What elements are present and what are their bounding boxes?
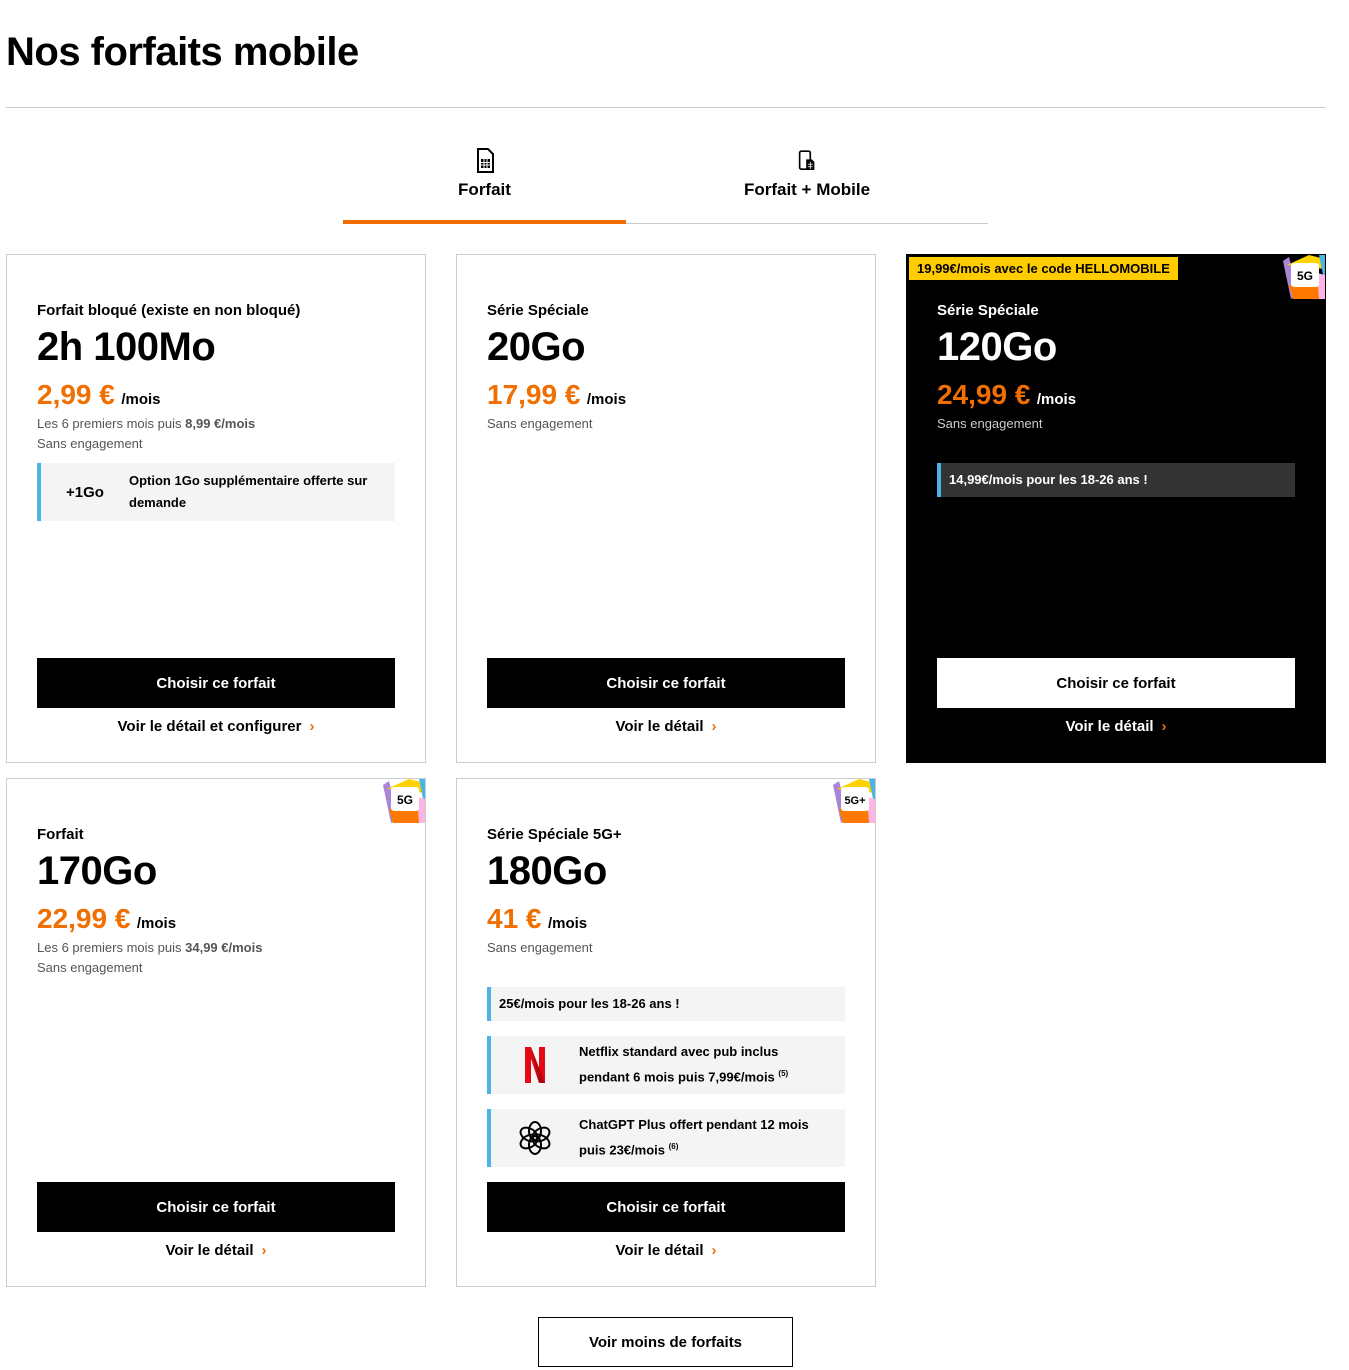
chevron-right-icon: › xyxy=(1161,718,1167,735)
price-period: /mois xyxy=(547,915,588,932)
detail-link[interactable]: Voir le détail › xyxy=(487,718,845,735)
price-subnote: Les 6 premiers mois puis 34,99 €/mois xyxy=(37,940,262,955)
plan-name: 120Go xyxy=(937,325,1057,369)
netflix-promo-text: Netflix standard avec pub inclus pendant… xyxy=(579,1041,809,1088)
title-divider xyxy=(6,107,1326,108)
engagement-text: Sans engagement xyxy=(487,416,593,431)
show-fewer-plans-button[interactable]: Voir moins de forfaits xyxy=(538,1317,793,1367)
tab-forfait-mobile[interactable]: Forfait + Mobile xyxy=(626,140,988,223)
plan-price: 2,99 € xyxy=(37,379,115,410)
plan-name: 20Go xyxy=(487,325,586,369)
detail-configure-link[interactable]: Voir le détail et configurer › xyxy=(37,718,395,735)
price-period: /mois xyxy=(1036,391,1077,408)
subnote-value: 34,99 €/mois xyxy=(185,940,263,955)
chatgpt-promo-text: ChatGPT Plus offert pendant 12 mois puis… xyxy=(579,1114,819,1161)
choose-plan-button[interactable]: Choisir ce forfait xyxy=(487,1182,845,1232)
detail-link-label: Voir le détail xyxy=(615,1242,704,1259)
plan-category: Série Spéciale xyxy=(937,302,1039,319)
price-line: 2,99 € /mois xyxy=(37,379,161,411)
choose-plan-button[interactable]: Choisir ce forfait xyxy=(937,658,1295,708)
price-line: 41 € /mois xyxy=(487,903,587,935)
price-period: /mois xyxy=(586,391,627,408)
tab-forfait[interactable]: Forfait xyxy=(343,140,626,224)
detail-link-label: Voir le détail xyxy=(1065,718,1154,735)
chevron-right-icon: › xyxy=(711,718,717,735)
badge-label: 5G xyxy=(1297,269,1313,283)
chatgpt-promo-box: ChatGPT Plus offert pendant 12 mois puis… xyxy=(487,1109,845,1167)
tab-forfait-label: Forfait xyxy=(458,180,511,199)
detail-link-label: Voir le détail et configurer xyxy=(117,718,302,735)
youth-promo-box: 25€/mois pour les 18-26 ans ! xyxy=(487,987,845,1021)
netflix-promo-box: Netflix standard avec pub inclus pendant… xyxy=(487,1036,845,1094)
detail-link[interactable]: Voir le détail › xyxy=(937,718,1295,735)
price-period: /mois xyxy=(121,391,161,408)
choose-plan-button[interactable]: Choisir ce forfait xyxy=(37,658,395,708)
price-line: 24,99 € /mois xyxy=(937,379,1076,411)
chevron-right-icon: › xyxy=(711,1242,717,1259)
option-promo-box: +1Go Option 1Go supplémentaire offerte s… xyxy=(37,463,395,521)
chatgpt-footnote: (6) xyxy=(668,1142,679,1152)
plan-card-180go: 5G+ Série Spéciale 5G+ 180Go 41 € /mois … xyxy=(456,778,876,1287)
engagement-text: Sans engagement xyxy=(937,416,1043,431)
phone-sim-icon xyxy=(798,150,815,170)
netflix-footnote: (5) xyxy=(778,1069,789,1079)
subnote-prefix: Les 6 premiers mois puis xyxy=(37,416,186,431)
engagement-text: Sans engagement xyxy=(37,436,143,451)
promo-text: Option 1Go supplémentaire offerte sur de… xyxy=(129,473,368,510)
plan-category: Forfait bloqué (existe en non bloqué) xyxy=(37,302,301,319)
plan-name: 180Go xyxy=(487,849,607,893)
price-line: 17,99 € /mois xyxy=(487,379,626,411)
plan-card-170go: 5G Forfait 170Go 22,99 € /mois Les 6 pre… xyxy=(6,778,426,1287)
chevron-right-icon: › xyxy=(309,718,315,735)
price-line: 22,99 € /mois xyxy=(37,903,176,935)
detail-link-label: Voir le détail xyxy=(615,718,704,735)
plan-card-20go: Série Spéciale 20Go 17,99 € /mois Sans e… xyxy=(456,254,876,763)
plan-name: 170Go xyxy=(37,849,157,893)
subnote-prefix: Les 6 premiers mois puis xyxy=(37,940,186,955)
plan-price: 17,99 € xyxy=(487,379,581,410)
badge-label: 5G+ xyxy=(844,795,865,807)
engagement-text: Sans engagement xyxy=(487,940,593,955)
plan-card-120go: 19,99€/mois avec le code HELLOMOBILE 5G … xyxy=(906,254,1326,763)
tab-forfait-mobile-label: Forfait + Mobile xyxy=(743,180,871,199)
plan-price: 41 € xyxy=(487,903,542,934)
choose-plan-button[interactable]: Choisir ce forfait xyxy=(37,1182,395,1232)
page-title: Nos forfaits mobile xyxy=(6,30,359,74)
plan-category: Forfait xyxy=(37,826,84,843)
netflix-logo-icon xyxy=(491,1046,579,1084)
subnote-value: 8,99 €/mois xyxy=(185,416,256,431)
youth-promo-box: 14,99€/mois pour les 18-26 ans ! xyxy=(937,463,1295,497)
chatgpt-logo-icon xyxy=(491,1120,579,1156)
price-period: /mois xyxy=(136,915,177,932)
badge-label: 5G xyxy=(397,793,413,807)
plan-category: Série Spéciale xyxy=(487,302,589,319)
plan-category: Série Spéciale 5G+ xyxy=(487,826,622,843)
plan-price: 24,99 € xyxy=(937,379,1031,410)
price-subnote: Les 6 premiers mois puis 8,99 €/mois xyxy=(37,416,255,431)
detail-link[interactable]: Voir le détail › xyxy=(37,1242,395,1259)
plan-price: 22,99 € xyxy=(37,903,131,934)
promo-lead: +1Go xyxy=(66,483,104,501)
detail-link[interactable]: Voir le détail › xyxy=(487,1242,845,1259)
netflix-promo-label: Netflix standard avec pub inclus pendant… xyxy=(579,1044,779,1085)
offer-tabs: Forfait Forfait + Mobile xyxy=(343,140,988,224)
detail-link-label: Voir le détail xyxy=(165,1242,254,1259)
promo-text: 25€/mois pour les 18-26 ans ! xyxy=(499,996,680,1011)
chevron-right-icon: › xyxy=(261,1242,267,1259)
engagement-text: Sans engagement xyxy=(37,960,143,975)
plan-card-2h-100mo: Forfait bloqué (existe en non bloqué) 2h… xyxy=(6,254,426,763)
chatgpt-promo-label: ChatGPT Plus offert pendant 12 mois puis… xyxy=(579,1117,809,1158)
choose-plan-button[interactable]: Choisir ce forfait xyxy=(487,658,845,708)
plan-name: 2h 100Mo xyxy=(37,325,216,369)
promo-text: 14,99€/mois pour les 18-26 ans ! xyxy=(949,472,1148,487)
sim-card-icon xyxy=(476,148,494,173)
